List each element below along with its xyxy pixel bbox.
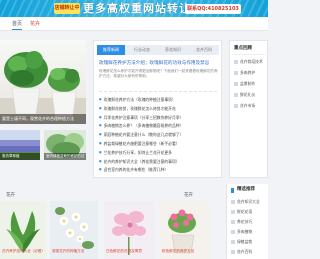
bullet-icon (231, 200, 235, 204)
recommend-item[interactable]: 花卉知识大全 (231, 197, 268, 206)
card-caption: 观赏花卉的种植方法 (52, 249, 85, 253)
thumb-greenery[interactable]: 室内绿植盆栽的养护方法 (44, 130, 86, 160)
recommend-item[interactable]: 鲜花花语 (231, 207, 268, 216)
news-list: 玫瑰鲜花养护方法（玫瑰的种植注意事项） 玫瑰鲜花修剪，玫瑰鲜花怎么修剪才能开花 … (99, 95, 219, 174)
nav-active-underline (12, 29, 22, 30)
card-caption: 白色鲜花的花语及寓意 (106, 249, 142, 253)
section-label-right[interactable]: 花卉 (184, 193, 193, 199)
bullet-icon (234, 82, 238, 86)
banner-contact[interactable]: 联系QQ:410825103 (185, 4, 241, 14)
banner-slogan: 更多高权重网站转让 (83, 2, 191, 15)
news-item[interactable]: 家庭种植花卉要注意什么（教你这几点就够了） (99, 130, 219, 139)
nav-tab-home[interactable]: 首页 (12, 20, 22, 28)
bullet-icon (234, 93, 238, 97)
recommend-item[interactable]: 养花技巧 (231, 217, 268, 226)
recommend-item-label: 绿植盆栽 (237, 239, 253, 244)
sidebar-title: 重点回顾 (234, 46, 252, 51)
flower-card[interactable]: 白色鲜花的花语及寓意 (104, 201, 154, 259)
flower-card[interactable]: 观赏花卉的种植方法 (50, 201, 98, 259)
recommend-item-label: 多肉植物 (237, 229, 253, 234)
sidebar-item[interactable]: 多肉养护 (234, 68, 267, 78)
news-item[interactable]: 月季花养护注意事项（分享三招教你养好月季） (99, 113, 219, 122)
banner-badge: 店铺转让中 (54, 3, 80, 14)
news-item[interactable]: 玫瑰鲜花养护方法（玫瑰的种植注意事项） (99, 95, 219, 104)
thumb-caption: 室内绿植盆栽的养护方法 (44, 153, 86, 160)
news-tab-encyclopedia[interactable]: 花卉百科 (190, 45, 218, 55)
hero-image[interactable]: 要是土壤不同，观赏花卉的合理种植方法 (0, 40, 86, 124)
news-item[interactable]: 适合室内养的花卉有哪些（推荐几种） (99, 165, 219, 174)
news-item[interactable]: 养盆栽绿植花卉施肥要注意哪些（新手必看） (99, 139, 219, 148)
thumb-caption: 薰衣草种植 (0, 153, 40, 160)
sidebar-rule (234, 54, 265, 55)
bullet-icon (234, 71, 238, 75)
sidebar-item[interactable]: 花卉栽培技术 (234, 57, 267, 67)
nav-tab-flowers[interactable]: 花卉 (30, 20, 40, 28)
sidebar-item-label: 花卉栽培技术 (240, 59, 263, 64)
hero-caption: 要是土壤不同，观赏花卉的合理种植方法 (0, 114, 86, 124)
sidebar-item-label: 盆景制作 (240, 81, 256, 86)
thumb-lavender[interactable]: 薰衣草种植 (0, 130, 40, 160)
news-tab-recommended[interactable]: 推荐新闻 (97, 45, 125, 55)
recommend-item-label: 养花技巧 (237, 219, 253, 224)
news-panel: 推荐新闻 行业动态 养花知识 花卉百科 玫瑰鲜花养护方法介绍；玫瑰鲜花的功效与作… (93, 40, 222, 178)
recommend-title: 精选推荐 (237, 187, 255, 192)
bullet-icon (231, 230, 235, 234)
bullet-icon (231, 240, 235, 244)
recommend-item[interactable]: 花卉百科 (231, 247, 268, 256)
potted-plants-illustration (0, 51, 86, 124)
bullet-icon (231, 220, 235, 224)
flower-card[interactable]: 花卉养护技巧大全（必看） (0, 201, 46, 259)
news-tab-industry[interactable]: 行业动态 (128, 45, 156, 55)
news-divider (99, 91, 217, 92)
sidebar-item-label: 鲜花礼仪 (240, 92, 256, 97)
recommend-item[interactable]: 绿植盆栽 (231, 237, 268, 246)
recommend-panel: 精选推荐 花卉知识大全 鲜花花语 养花技巧 多肉植物 绿植盆栽 花卉百科 (226, 184, 268, 259)
recommend-accent-bar (231, 188, 234, 193)
sidebar-item[interactable]: 盆景制作 (234, 79, 267, 89)
review-sidebar: 重点回顾 花卉栽培技术 多肉养护 盆景制作 鲜花礼仪 花卉市场 (229, 40, 268, 178)
section-label-left[interactable]: 花卉 (6, 193, 15, 199)
nav-bar: 首页 花卉 (0, 17, 268, 31)
top-banner[interactable]: 店铺转让中 更多高权重网站转让 联系QQ:410825103 (0, 0, 268, 17)
sidebar-item-label: 多肉养护 (240, 70, 256, 75)
bullet-icon (234, 104, 238, 108)
news-summary: 玫瑰鲜花怎么养护才能开得更加鲜艳呢？下面我们一起来看看玫瑰鲜花的养护方法，希望对… (99, 69, 218, 78)
flower-card[interactable]: 粉色鲜花的养护方法 (160, 201, 210, 259)
news-headline[interactable]: 玫瑰鲜花养护方法介绍；玫瑰鲜花的功效与作用及禁忌 (99, 61, 219, 67)
sidebar-item[interactable]: 鲜花礼仪 (234, 90, 267, 100)
news-tab-knowledge[interactable]: 养花知识 (159, 45, 187, 55)
card-caption: 粉色鲜花的养护方法 (162, 249, 195, 253)
bullet-icon (231, 210, 235, 214)
news-item[interactable]: 兰花养护技巧分享，如何让兰花开花更多 (99, 148, 219, 157)
sidebar-item[interactable]: 花卉市场 (234, 101, 267, 111)
news-item[interactable]: 玫瑰鲜花修剪，玫瑰鲜花怎么修剪才能开花 (99, 104, 219, 113)
card-caption: 花卉养护技巧大全（必看） (2, 249, 45, 253)
bullet-icon (231, 250, 235, 254)
recommend-item-label: 花卉知识大全 (237, 199, 260, 204)
bullet-icon (234, 60, 238, 64)
news-item[interactable]: 多肉植物怎么养？（多肉植物最容易养的品种） (99, 121, 219, 130)
recommend-item-label: 花卉百科 (237, 249, 253, 254)
recommend-item[interactable]: 多肉植物 (231, 227, 268, 236)
sidebar-item-label: 花卉市场 (240, 103, 256, 108)
recommend-item-label: 鲜花花语 (237, 209, 253, 214)
news-tabs: 推荐新闻 行业动态 养花知识 花卉百科 (97, 45, 219, 55)
news-item[interactable]: 花卉的养护知识大全（养花需要注意的事项） (99, 157, 219, 166)
